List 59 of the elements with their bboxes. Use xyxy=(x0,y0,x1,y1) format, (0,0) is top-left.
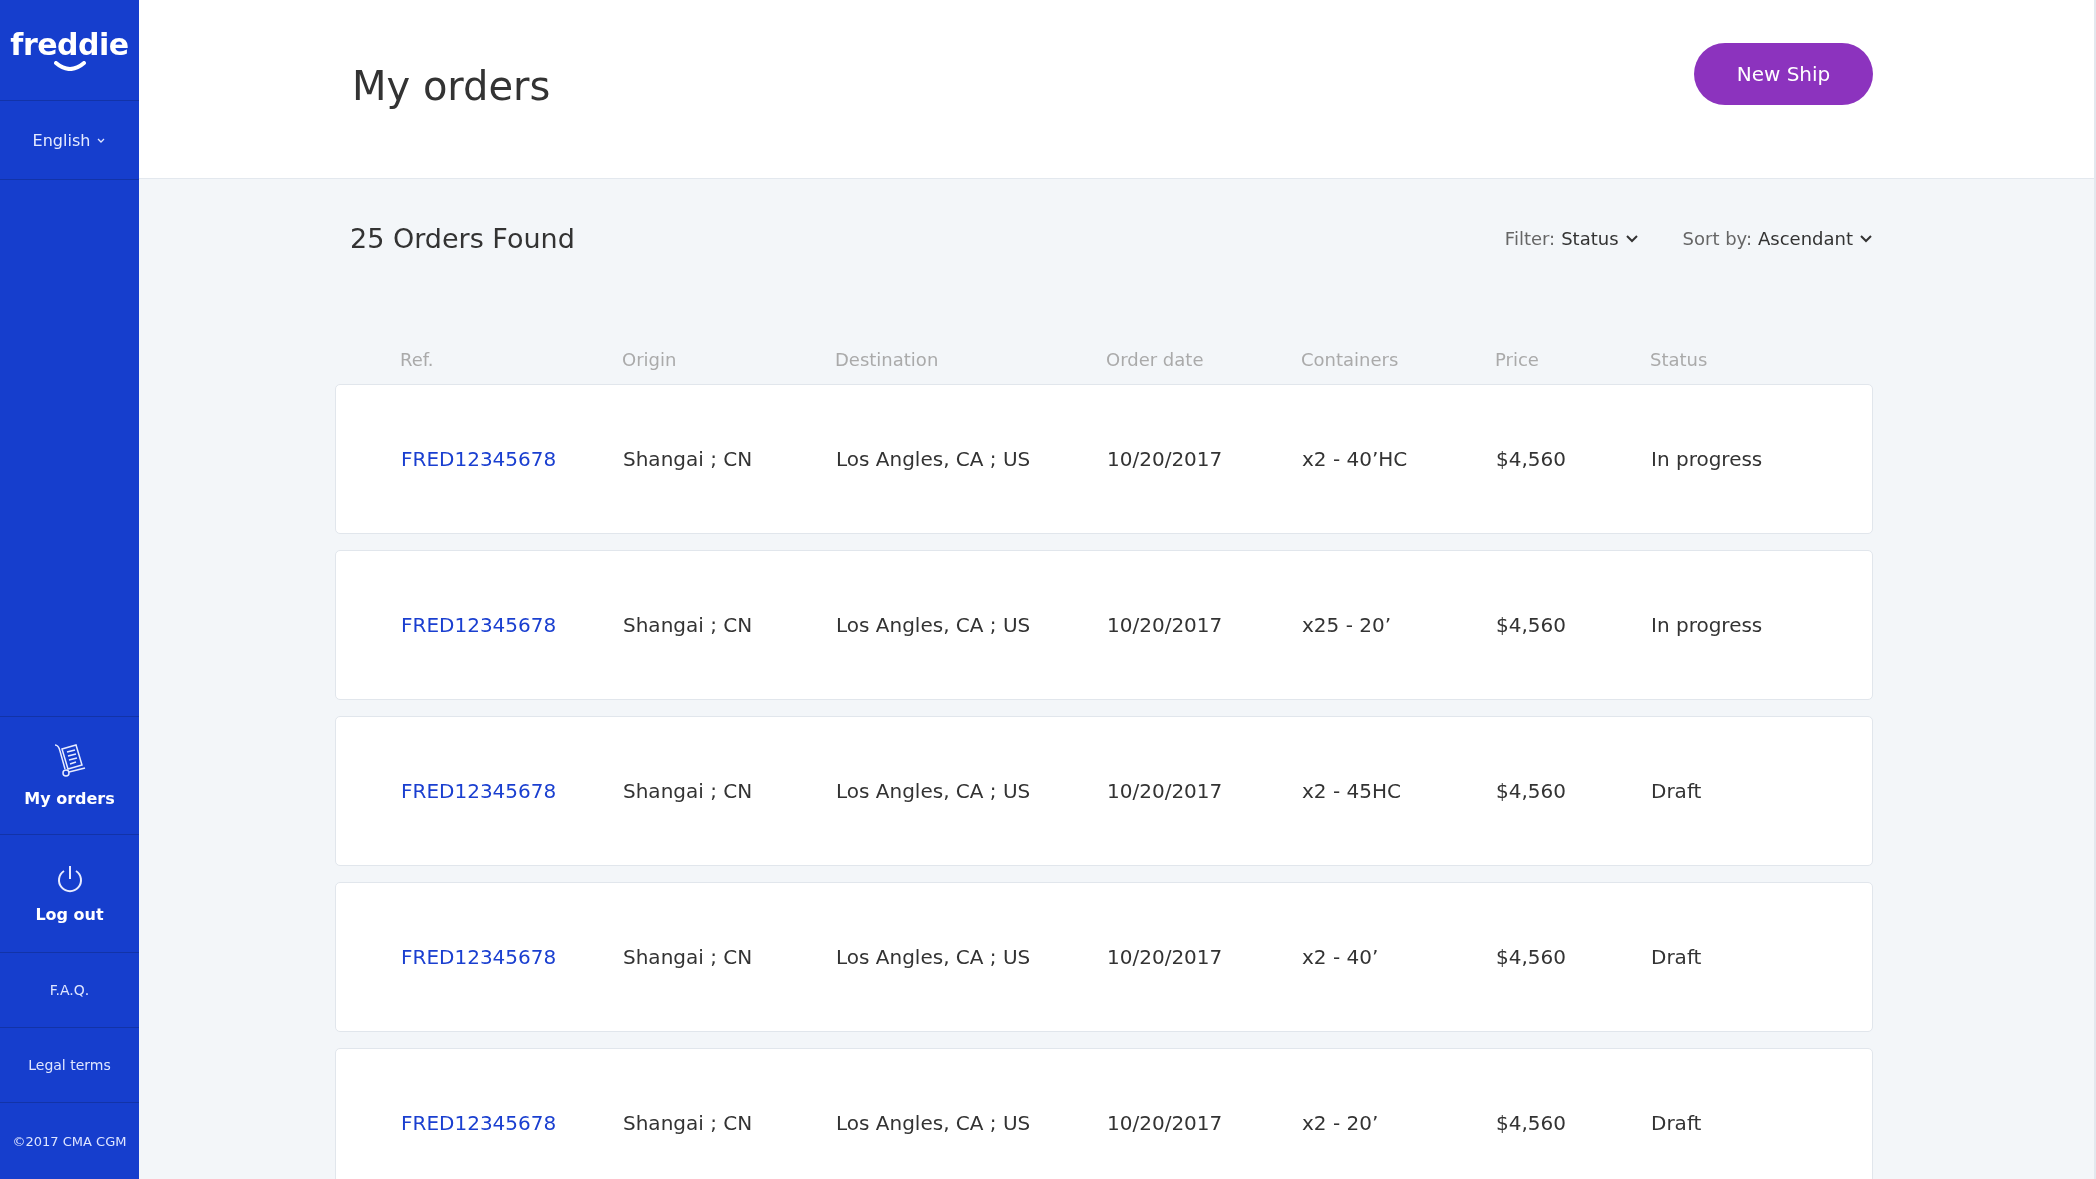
table-cell-text: Shangai ; CN xyxy=(623,1111,754,1135)
filter-dropdown[interactable]: Filter: Status xyxy=(1504,227,1639,249)
table-cell-text: Draft xyxy=(1651,945,1703,969)
language-dropdown[interactable]: English xyxy=(32,130,107,150)
order-row[interactable]: FRED12345678 Shangai ; CN Los Angles, CA ; US 10/20/2017 x2 - 40’HC $4,560 In progress xyxy=(335,384,1873,534)
smile-icon xyxy=(52,61,87,71)
order-row[interactable]: FRED12345678 Shangai ; CN Los Angles, CA ; US 10/20/2017 x2 - 45HC $4,560 Draft xyxy=(335,716,1873,866)
table-cell-text: Los Angles, CA ; US xyxy=(836,447,1032,471)
table-cell-text: Los Angles, CA ; US xyxy=(836,1111,1032,1135)
table-cell-text: In progress xyxy=(1651,447,1764,471)
sort-dropdown[interactable]: Sort by: Ascendant xyxy=(1682,227,1873,249)
table-cell-text: In progress xyxy=(1651,613,1764,637)
column-header: Origin xyxy=(622,349,678,370)
table-cell-text: 10/20/2017 xyxy=(1107,945,1224,969)
order-ref-link[interactable]: FRED12345678 xyxy=(401,945,623,969)
table-cell-text: x25 - 20’ xyxy=(1302,613,1393,637)
column-header: Price xyxy=(1495,349,1540,370)
table-cell-text: x2 - 20’ xyxy=(1302,1111,1380,1135)
order-row[interactable]: FRED12345678 Shangai ; CN Los Angles, CA ; US 10/20/2017 x2 - 20’ $4,560 Draft xyxy=(335,1048,1873,1179)
page-title: My orders xyxy=(352,63,551,109)
table-cell-text: $4,560 xyxy=(1496,779,1567,803)
order-ref-link[interactable]: FRED12345678 xyxy=(401,1111,623,1135)
table-cell-text: 10/20/2017 xyxy=(1107,613,1224,637)
table-cell-text: x2 - 40’ xyxy=(1302,945,1380,969)
orders-count: 25 Orders Found xyxy=(350,222,575,254)
table-cell-text: Shangai ; CN xyxy=(623,613,754,637)
column-header: Status xyxy=(1650,349,1709,370)
logo-text: freddie xyxy=(10,29,129,61)
chevron-down-icon xyxy=(1624,233,1639,243)
copyright-text: ©2017 CMA CGM xyxy=(12,1133,127,1149)
table-cell-text: x2 - 45HC xyxy=(1302,779,1402,803)
new-ship-button[interactable]: New Ship xyxy=(1694,43,1873,105)
order-ref-link[interactable]: FRED12345678 xyxy=(401,779,623,803)
order-ref-link[interactable]: FRED12345678 xyxy=(401,447,623,471)
chevron-down-icon xyxy=(1859,233,1873,243)
column-header: Ref. xyxy=(400,349,435,370)
table-cell-text: Shangai ; CN xyxy=(623,447,754,471)
table-cell-text: 10/20/2017 xyxy=(1107,447,1224,471)
table-cell-text: Draft xyxy=(1651,1111,1703,1135)
table-cell-text: $4,560 xyxy=(1496,1111,1567,1135)
column-header: Destination xyxy=(835,349,940,370)
table-cell-text: x2 - 40’HC xyxy=(1302,447,1409,471)
table-cell-text: 10/20/2017 xyxy=(1107,779,1224,803)
table-cell-text: Shangai ; CN xyxy=(623,945,754,969)
table-cell-text: $4,560 xyxy=(1496,613,1567,637)
order-row[interactable]: FRED12345678 Shangai ; CN Los Angles, CA ; US 10/20/2017 x2 - 40’ $4,560 Draft xyxy=(335,882,1873,1032)
table-cell-text: Shangai ; CN xyxy=(623,779,754,803)
table-cell-text: $4,560 xyxy=(1496,945,1567,969)
order-ref-link[interactable]: FRED12345678 xyxy=(401,613,623,637)
column-header: Containers xyxy=(1301,349,1400,370)
table-cell-text: Los Angles, CA ; US xyxy=(836,779,1032,803)
table-cell-text: Los Angles, CA ; US xyxy=(836,945,1032,969)
table-cell-text: Los Angles, CA ; US xyxy=(836,613,1032,637)
column-header: Order date xyxy=(1106,349,1205,370)
table-cell-text: $4,560 xyxy=(1496,447,1567,471)
table-cell-text: 10/20/2017 xyxy=(1107,1111,1224,1135)
order-row[interactable]: FRED12345678 Shangai ; CN Los Angles, CA ; US 10/20/2017 x25 - 20’ $4,560 In progress xyxy=(335,550,1873,700)
table-cell-text: Draft xyxy=(1651,779,1703,803)
chevron-down-icon xyxy=(96,136,107,144)
